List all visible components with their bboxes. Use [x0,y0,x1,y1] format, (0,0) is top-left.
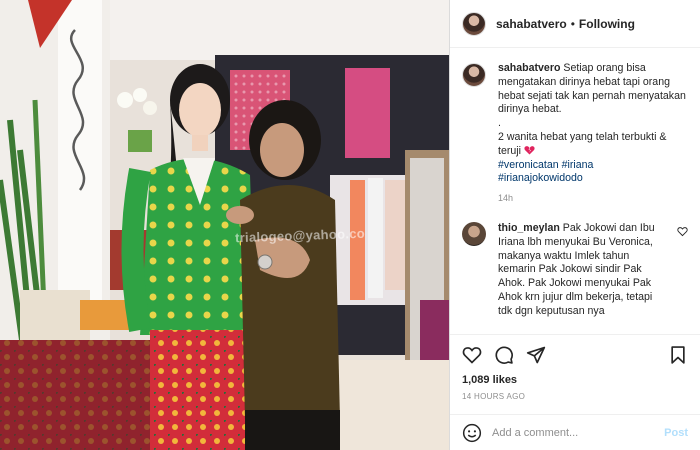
following-button[interactable]: Following [579,17,635,31]
comment-body: thio_meylan Pak Jokowi dan Ibu Iriana lb… [498,222,668,319]
post-comment-button[interactable]: Post [664,427,688,439]
caption-body: sahabatvero Setiap orang bisa mengatakan… [498,62,688,206]
post-side-panel: sahabatvero • Following sahabatvero Seti… [449,0,700,450]
caption-bullet: . [498,117,501,130]
add-comment-bar: Add a comment... Post [450,414,700,450]
smiley-icon[interactable] [462,423,482,443]
post-header: sahabatvero • Following [450,0,700,48]
heart-icon[interactable] [462,345,482,365]
header-separator: • [570,16,575,31]
commenter-username[interactable]: thio_meylan [498,222,560,234]
hashtag-veronicatan[interactable]: #veronicatan [498,159,559,171]
comment-item: thio_meylan Pak Jokowi dan Ibu Iriana lb… [462,221,688,319]
comment-text: Pak Jokowi dan Ibu Iriana lbh menyukai B… [498,221,655,317]
action-bar [450,334,700,374]
post-photo[interactable]: trialogeo@yahoo.co [0,0,449,450]
author-username[interactable]: sahabatvero [496,17,567,31]
bookmark-icon[interactable] [668,345,688,365]
author-avatar[interactable] [462,11,486,36]
comments-section[interactable]: sahabatvero Setiap orang bisa mengatakan… [450,48,700,334]
caption-avatar[interactable] [462,63,486,87]
comment-heart-icon[interactable] [677,226,688,237]
send-icon[interactable] [526,345,546,365]
posted-time[interactable]: 14 HOURS AGO [450,388,700,414]
caption: sahabatvero Setiap orang bisa mengatakan… [462,62,688,206]
add-comment-input[interactable]: Add a comment... [492,427,578,439]
instagram-post-modal: trialogeo@yahoo.co sahabatvero • Followi… [0,0,700,450]
commenter-avatar[interactable] [462,221,486,246]
hashtag-irianajokowidodo[interactable]: #irianajokowidodo [498,172,583,184]
caption-username[interactable]: sahabatvero [498,62,560,74]
photo-illustration [0,0,449,450]
comment-icon[interactable] [494,345,514,365]
likes-count[interactable]: 1,089 likes [450,374,700,388]
broken-heart-icon [524,145,535,155]
hashtag-iriana[interactable]: #iriana [562,159,594,171]
caption-time[interactable]: 14h [498,192,688,206]
